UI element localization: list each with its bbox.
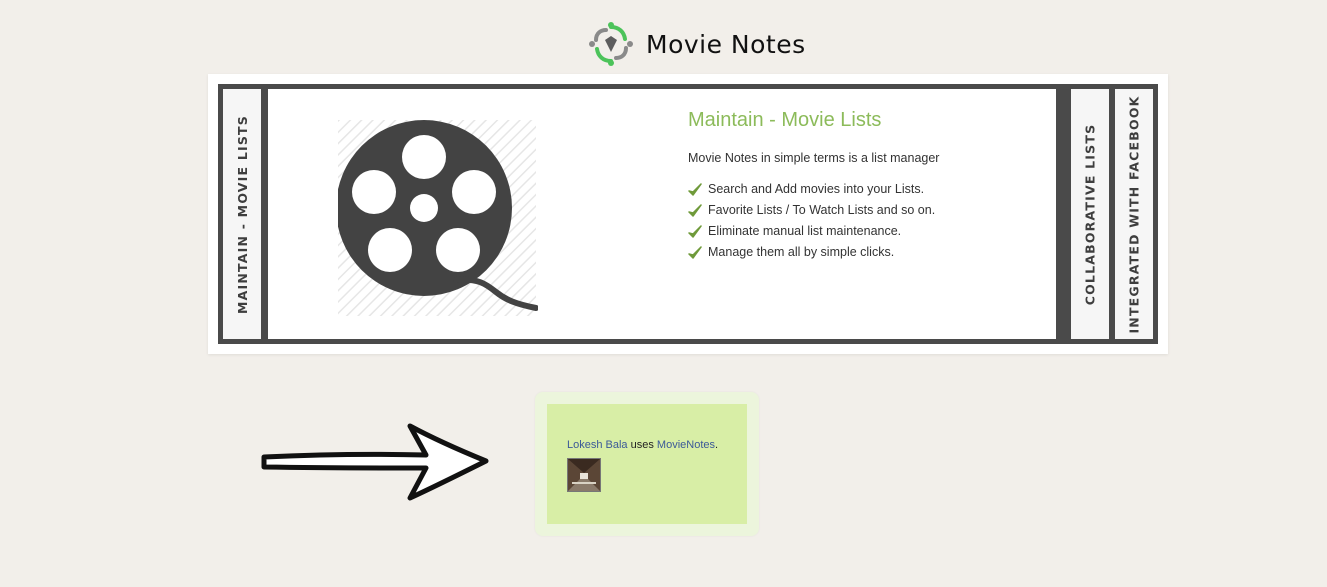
tab-label: COLLABORATIVE LISTS [1082,123,1098,305]
checkmark-icon [688,224,702,238]
tab-label: INTEGRATED WITH FACEBOOK [1126,94,1142,334]
list-item: Favorite Lists / To Watch Lists and so o… [688,199,935,220]
user-link[interactable]: Lokesh Bala [567,439,628,451]
avatar[interactable] [567,458,601,492]
movie-notes-logo-icon [589,22,633,66]
tab-maintain-movie-lists[interactable]: MAINTAIN - MOVIE LISTS [223,89,261,339]
list-item: Search and Add movies into your Lists. [688,178,935,199]
checkmark-icon [688,245,702,259]
panel-heading: Maintain - Movie Lists [688,109,882,131]
facebook-activity-inner: Lokesh Bala uses MovieNotes. [547,404,747,524]
feature-text: Manage them all by simple clicks. [708,244,895,259]
feature-text: Eliminate manual list maintenance. [708,223,902,238]
feature-list: Search and Add movies into your Lists. F… [688,178,935,262]
facebook-activity-box: Lokesh Bala uses MovieNotes. [535,392,759,536]
brand-header: Movie Notes [588,20,806,68]
checkmark-icon [688,203,702,217]
avatar-image [568,459,600,491]
tab-label: MAINTAIN - MOVIE LISTS [234,114,250,314]
slider-inner: MAINTAIN - MOVIE LISTS Maintain - Movie … [218,84,1158,344]
app-title: Movie Notes [646,29,806,59]
app-link[interactable]: MovieNotes [657,439,715,451]
panel-intro: Movie Notes in simple terms is a list ma… [688,151,940,165]
feature-text: Search and Add movies into your Lists. [708,181,925,196]
feature-text: Favorite Lists / To Watch Lists and so o… [708,202,936,217]
list-item: Manage them all by simple clicks. [688,241,935,262]
film-reel-icon [338,120,538,316]
list-item: Eliminate manual list maintenance. [688,220,935,241]
slide-panel: Maintain - Movie Lists Movie Notes in si… [268,89,1056,339]
checkmark-icon [688,182,702,196]
activity-verb: uses [630,439,654,451]
tab-collaborative-lists[interactable]: COLLABORATIVE LISTS [1071,89,1109,339]
arrow-right-icon [261,423,489,501]
activity-line: Lokesh Bala uses MovieNotes. [567,439,718,451]
feature-slider: MAINTAIN - MOVIE LISTS Maintain - Movie … [208,74,1168,354]
activity-suffix: . [715,439,719,451]
tab-integrated-with-facebook[interactable]: INTEGRATED WITH FACEBOOK [1115,89,1153,339]
